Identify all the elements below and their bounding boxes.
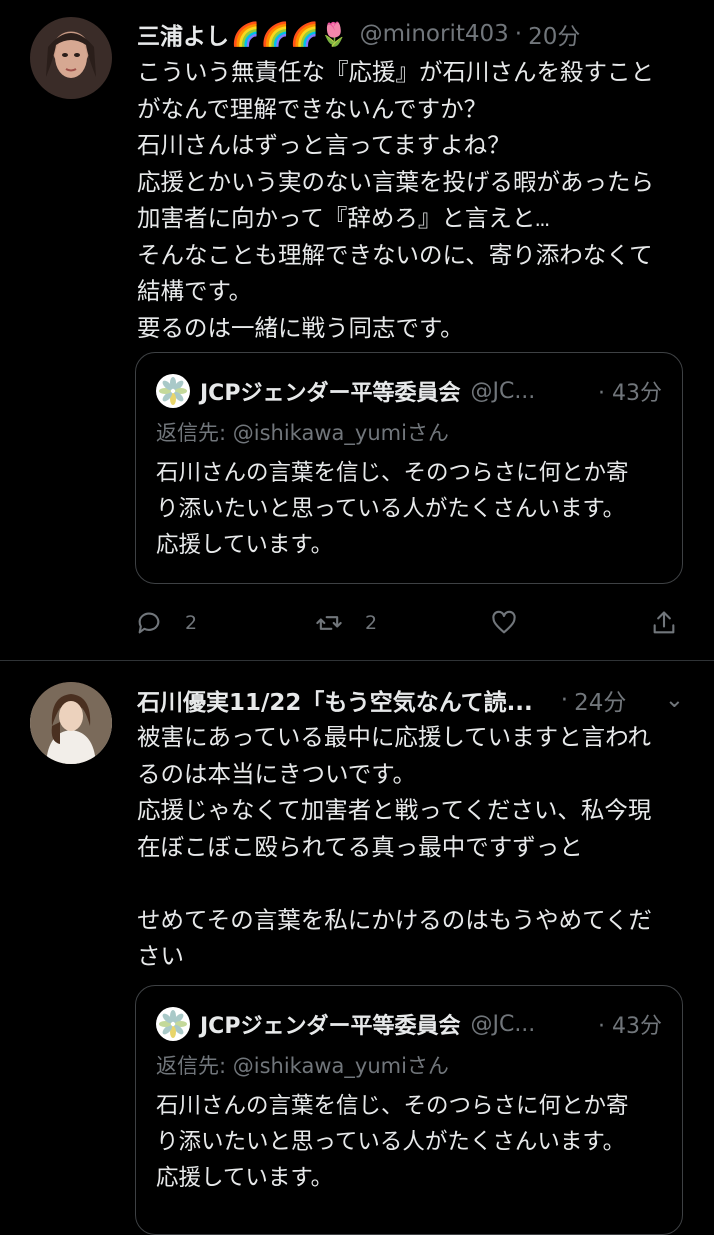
retweet-button[interactable]: 2 — [315, 605, 377, 641]
quoted-timestamp[interactable]: · 43分 — [598, 1008, 662, 1040]
quoted-user-handle[interactable]: @JC... — [470, 379, 535, 404]
reply-to-mention[interactable]: @ishikawa_yumi — [233, 1054, 407, 1078]
quoted-tweet-header: JCPジェンダー平等委員会 @JC... · 43分 — [156, 373, 662, 409]
like-icon — [492, 610, 516, 634]
reply-to-line: 返信先: @ishikawa_yumiさん — [156, 1050, 449, 1080]
tweet-header: 三浦よし 🌈🌈🌈🌷 @minorit403 · 20分 — [137, 14, 684, 54]
reply-count: 2 — [185, 612, 198, 634]
quoted-user-handle[interactable]: @JC... — [470, 1012, 535, 1037]
jcp-flower-logo-icon — [156, 374, 190, 408]
reply-to-suffix: さん — [406, 1054, 449, 1078]
share-button[interactable] — [650, 605, 678, 641]
tweet-actions: 2 2 — [135, 605, 685, 641]
quoted-tweet-text: 石川さんの言葉を信じ、そのつらさに何とか寄 り添いたいと思っている人がたくさんい… — [156, 1094, 629, 1192]
avatar-portrait-icon — [46, 33, 96, 78]
reply-to-label: 返信先: — [156, 1054, 233, 1078]
quoted-tweet[interactable]: JCPジェンダー平等委員会 @JC... · 43分 返信先: @ishikaw… — [135, 985, 683, 1235]
timestamp[interactable]: 24分 — [574, 683, 626, 717]
tweet-2[interactable]: 石川優実11/22「もう空気なんて読... · 24分 ⌄ 被害にあっている最中… — [0, 661, 714, 1235]
quoted-tweet-header: JCPジェンダー平等委員会 @JC... · 43分 — [156, 1006, 662, 1042]
quoted-display-name[interactable]: JCPジェンダー平等委員会 — [200, 1008, 460, 1040]
name-emoji: 🌈🌈🌈🌷 — [231, 21, 350, 48]
like-button[interactable] — [490, 605, 518, 641]
reply-button[interactable]: 2 — [135, 605, 197, 641]
display-name[interactable]: 石川優実11/22「もう空気なんて読... — [137, 683, 533, 717]
timestamp[interactable]: 20分 — [528, 17, 580, 51]
avatar[interactable] — [30, 17, 112, 99]
avatar-portrait-icon — [30, 682, 112, 764]
reply-to-line: 返信先: @ishikawa_yumiさん — [156, 417, 449, 447]
quoted-tweet[interactable]: JCPジェンダー平等委員会 @JC... · 43分 返信先: @ishikaw… — [135, 352, 683, 584]
display-name[interactable]: 三浦よし — [137, 17, 229, 51]
separator-dot: · — [514, 21, 523, 47]
quoted-display-name[interactable]: JCPジェンダー平等委員会 — [200, 375, 460, 407]
share-icon — [653, 611, 675, 634]
avatar[interactable] — [30, 682, 112, 764]
reply-icon — [138, 612, 160, 634]
user-handle[interactable]: @minorit403 — [360, 21, 509, 47]
reply-to-label: 返信先: — [156, 421, 233, 445]
retweet-count: 2 — [365, 612, 378, 634]
jcp-flower-logo-icon — [156, 1007, 190, 1041]
quoted-tweet-text: 石川さんの言葉を信じ、そのつらさに何とか寄 り添いたいと思っている人がたくさんい… — [156, 461, 629, 559]
reply-to-mention[interactable]: @ishikawa_yumi — [233, 421, 407, 445]
tweet-text: 被害にあっている最中に応援していますと言われ るのは本当にきついです。 応援じゃ… — [137, 726, 652, 972]
tweet-text: こういう無責任な『応援』が石川さんを殺すこと がなんで理解できないんですか？ 石… — [137, 61, 654, 344]
separator-dot: · — [560, 687, 569, 713]
retweet-icon — [316, 616, 342, 630]
reply-to-suffix: さん — [406, 421, 449, 445]
tweet-1[interactable]: 三浦よし 🌈🌈🌈🌷 @minorit403 · 20分 こういう無責任な『応援』… — [0, 0, 714, 660]
tweet-header: 石川優実11/22「もう空気なんて読... · 24分 ⌄ — [137, 680, 684, 720]
more-options-icon[interactable]: ⌄ — [665, 687, 684, 713]
quoted-timestamp[interactable]: · 43分 — [598, 375, 662, 407]
